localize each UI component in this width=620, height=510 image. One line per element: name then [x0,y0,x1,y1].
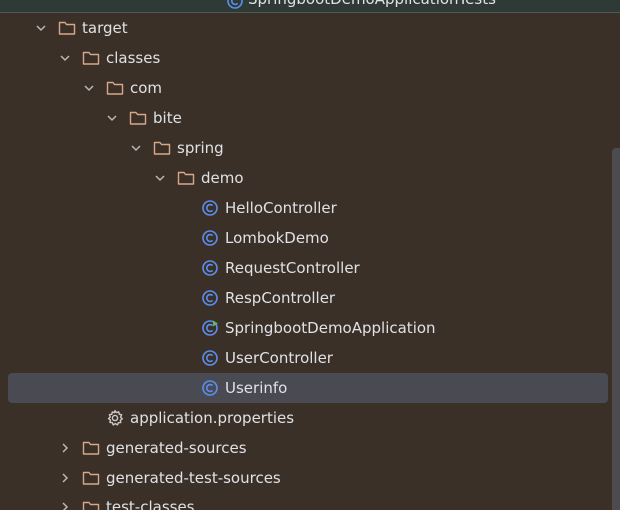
tree-item-com[interactable]: com [0,75,610,101]
chevron-down-icon[interactable] [129,141,143,155]
tree-item-label: application.properties [130,409,295,427]
tree-item-demo[interactable]: demo [0,165,610,191]
folder-icon [129,109,147,127]
tree-item-spring[interactable]: spring [0,135,610,161]
folder-icon [82,439,100,457]
tree-item-bite[interactable]: bite [0,105,610,131]
tree-item-classes[interactable]: classes [0,45,610,71]
tree-item-label: bite [153,109,182,127]
tree-item-target[interactable]: target [0,15,610,41]
tree-item-requestcontroller[interactable]: RequestController [0,255,610,281]
chevron-down-icon[interactable] [58,51,72,65]
class-icon [201,229,219,247]
tree-item-label: generated-sources [106,439,247,457]
runnable-class-icon [201,319,219,337]
folder-icon [153,139,171,157]
tree-item-label: spring [177,139,224,157]
chevron-down-icon[interactable] [82,81,96,95]
chevron-down-icon[interactable] [105,111,119,125]
folder-icon [82,49,100,67]
tree-item-label: test-classes [106,498,195,510]
tree-item-label: target [82,19,128,37]
class-icon [201,349,219,367]
folder-icon [82,469,100,487]
tree-item-generated-sources[interactable]: generated-sources [0,435,610,461]
tree-item-label: RequestController [225,259,360,277]
vertical-scrollbar[interactable] [612,148,620,510]
class-icon [201,379,219,397]
folder-icon [106,79,124,97]
tree-item-application-properties[interactable]: application.properties [0,405,610,431]
tree-item-label: classes [106,49,161,67]
folder-icon [177,169,195,187]
tree-item-label: HelloController [225,199,337,217]
chevron-right-icon[interactable] [58,441,72,455]
tree-item-label: demo [201,169,244,187]
folder-icon [82,499,100,510]
gear-icon [106,409,124,427]
tree-item-test-classes[interactable]: test-classes [0,494,610,510]
folder-icon [58,19,76,37]
tree-item-hellocontroller[interactable]: HelloController [0,195,610,221]
tree-item-label: SpringbootDemoApplication [225,319,436,337]
tree-item-usercontroller[interactable]: UserController [0,345,610,371]
tree-item-generated-test-sources[interactable]: generated-test-sources [0,465,610,491]
chevron-right-icon[interactable] [58,500,72,510]
class-icon [201,259,219,277]
tree-item-label: Userinfo [225,379,288,397]
tree-item-label: RespController [225,289,336,307]
tree-item-lombokdemo[interactable]: LombokDemo [0,225,610,251]
chevron-down-icon[interactable] [34,21,48,35]
tree-item-springbootdemoapplication[interactable]: SpringbootDemoApplication [0,315,610,341]
tree-item-label: UserController [225,349,333,367]
tree-item-label: LombokDemo [225,229,329,247]
chevron-right-icon[interactable] [58,471,72,485]
tree-item-label: com [130,79,163,97]
project-tree[interactable]: target classes com bite spring demo Hell… [0,0,620,510]
chevron-down-icon[interactable] [153,171,167,185]
tree-item-userinfo[interactable]: Userinfo [8,373,608,403]
class-icon [201,199,219,217]
tree-item-respcontroller[interactable]: RespController [0,285,610,311]
tree-item-label: generated-test-sources [106,469,281,487]
class-icon [201,289,219,307]
